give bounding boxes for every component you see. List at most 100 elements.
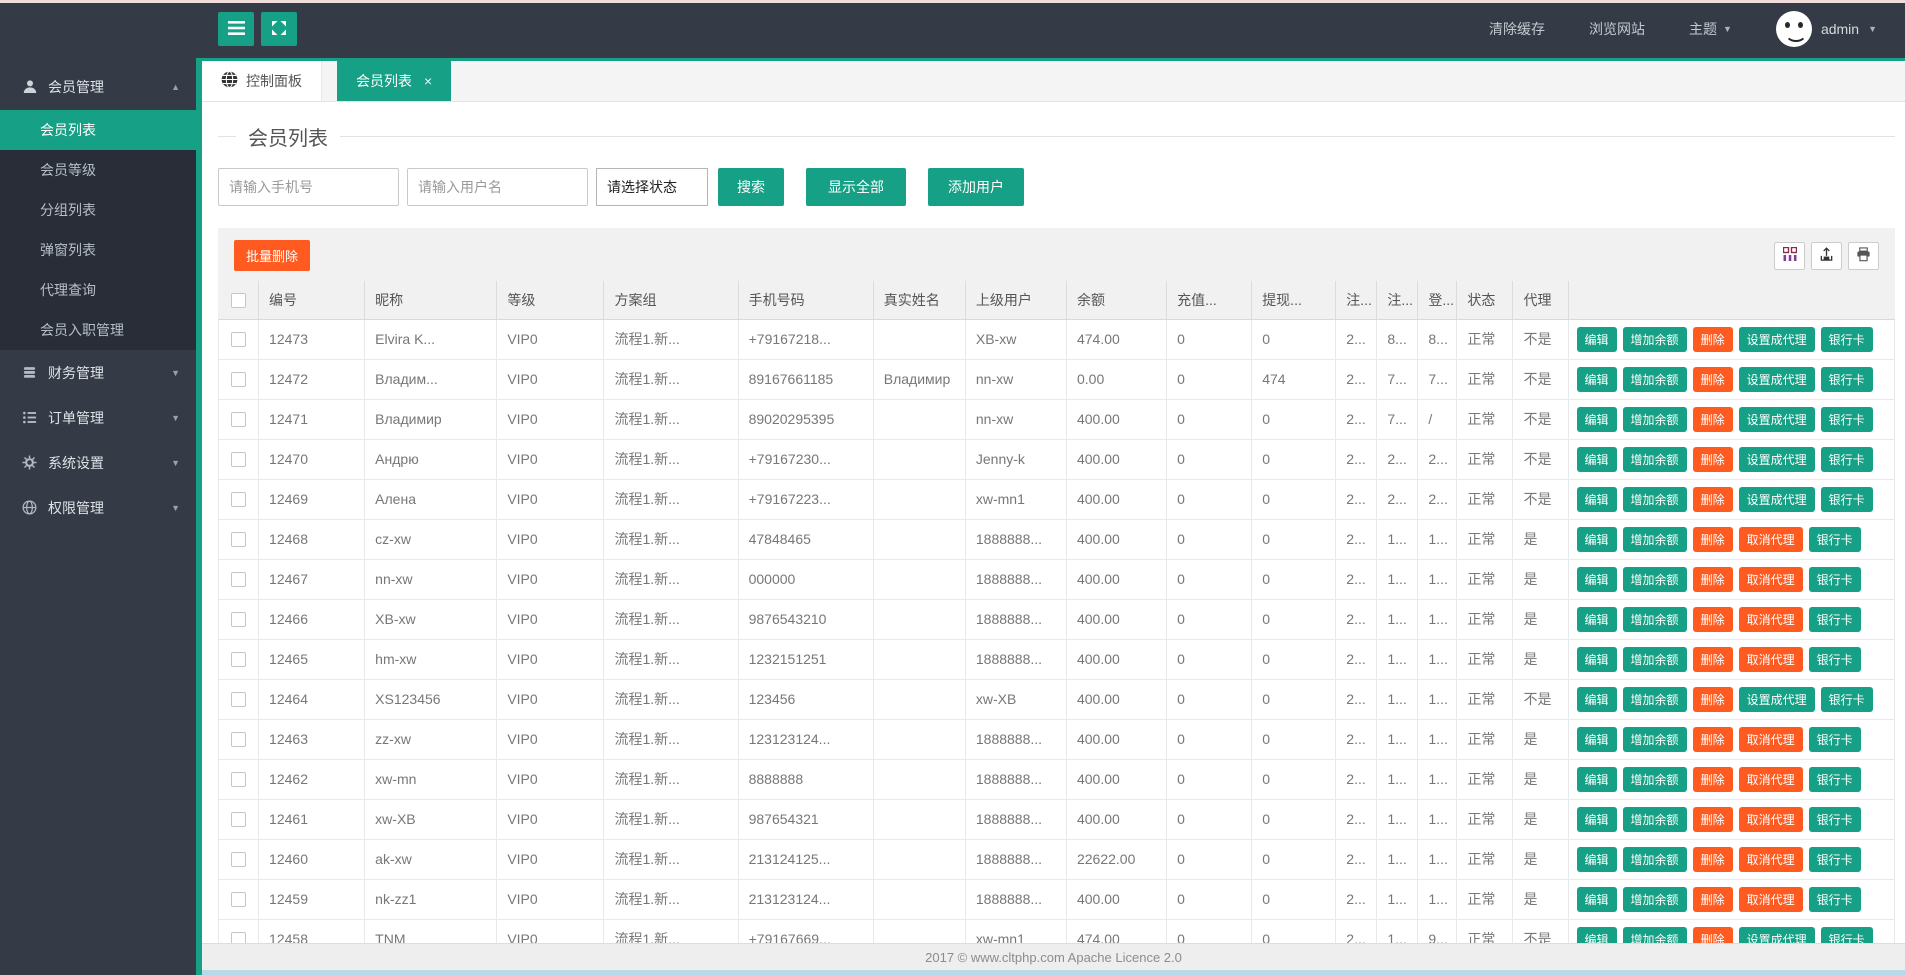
bank-card-button[interactable]: 银行卡 — [1820, 406, 1873, 432]
edit-button[interactable]: 编辑 — [1576, 846, 1617, 872]
sidebar-group-orders[interactable]: 订单管理 ▼ — [0, 395, 196, 440]
add-balance-button[interactable]: 增加余额 — [1622, 406, 1687, 432]
delete-button[interactable]: 删除 — [1692, 446, 1733, 472]
clear-cache-link[interactable]: 清除缓存 — [1489, 19, 1545, 39]
row-checkbox[interactable] — [231, 932, 247, 943]
edit-button[interactable]: 编辑 — [1576, 326, 1617, 352]
bank-card-button[interactable]: 银行卡 — [1808, 726, 1861, 752]
delete-button[interactable]: 删除 — [1692, 326, 1733, 352]
toggle-agent-button[interactable]: 设置成代理 — [1738, 326, 1815, 352]
toggle-agent-button[interactable]: 取消代理 — [1738, 566, 1803, 592]
sidebar-group-finance[interactable]: 财务管理 ▼ — [0, 350, 196, 395]
bank-card-button[interactable]: 银行卡 — [1808, 526, 1861, 552]
row-checkbox[interactable] — [231, 332, 247, 348]
toggle-agent-button[interactable]: 取消代理 — [1738, 846, 1803, 872]
delete-button[interactable]: 删除 — [1692, 646, 1733, 672]
search-button[interactable]: 搜索 — [718, 168, 784, 206]
edit-button[interactable]: 编辑 — [1576, 406, 1617, 432]
theme-menu[interactable]: 主题 ▼ — [1689, 19, 1732, 39]
row-checkbox[interactable] — [231, 692, 247, 708]
bank-card-button[interactable]: 银行卡 — [1820, 366, 1873, 392]
edit-button[interactable]: 编辑 — [1576, 726, 1617, 752]
row-checkbox[interactable] — [231, 412, 247, 428]
edit-button[interactable]: 编辑 — [1576, 766, 1617, 792]
edit-button[interactable]: 编辑 — [1576, 606, 1617, 632]
bank-card-button[interactable]: 银行卡 — [1808, 606, 1861, 632]
toggle-agent-button[interactable]: 取消代理 — [1738, 646, 1803, 672]
close-icon[interactable]: × — [424, 73, 432, 89]
add-balance-button[interactable]: 增加余额 — [1622, 566, 1687, 592]
delete-button[interactable]: 删除 — [1692, 726, 1733, 752]
horizontal-scrollbar[interactable] — [202, 970, 1905, 975]
status-select[interactable]: 请选择状态 — [596, 168, 708, 206]
edit-button[interactable]: 编辑 — [1576, 526, 1617, 552]
toggle-agent-button[interactable]: 取消代理 — [1738, 526, 1803, 552]
edit-button[interactable]: 编辑 — [1576, 366, 1617, 392]
row-checkbox[interactable] — [231, 732, 247, 748]
delete-button[interactable]: 删除 — [1692, 766, 1733, 792]
row-checkbox[interactable] — [231, 812, 247, 828]
delete-button[interactable]: 删除 — [1692, 566, 1733, 592]
sidebar-item-group-list[interactable]: 分组列表 — [0, 190, 196, 230]
bank-card-button[interactable]: 银行卡 — [1808, 846, 1861, 872]
sidebar-group-system-settings[interactable]: 系统设置 ▼ — [0, 440, 196, 485]
bank-card-button[interactable]: 银行卡 — [1820, 686, 1873, 712]
bank-card-button[interactable]: 银行卡 — [1820, 926, 1873, 943]
toggle-agent-button[interactable]: 设置成代理 — [1738, 366, 1815, 392]
sidebar-item-popup-list[interactable]: 弹窗列表 — [0, 230, 196, 270]
row-checkbox[interactable] — [231, 892, 247, 908]
tab-dashboard[interactable]: 控制面板 — [202, 61, 322, 101]
add-balance-button[interactable]: 增加余额 — [1622, 366, 1687, 392]
delete-button[interactable]: 删除 — [1692, 606, 1733, 632]
delete-button[interactable]: 删除 — [1692, 926, 1733, 943]
toggle-agent-button[interactable]: 取消代理 — [1738, 606, 1803, 632]
edit-button[interactable]: 编辑 — [1576, 486, 1617, 512]
export-button[interactable] — [1811, 241, 1842, 270]
bank-card-button[interactable]: 银行卡 — [1820, 326, 1873, 352]
columns-button[interactable] — [1774, 241, 1805, 270]
edit-button[interactable]: 编辑 — [1576, 806, 1617, 832]
toggle-agent-button[interactable]: 设置成代理 — [1738, 406, 1815, 432]
row-checkbox[interactable] — [231, 612, 247, 628]
row-checkbox[interactable] — [231, 372, 247, 388]
delete-button[interactable]: 删除 — [1692, 406, 1733, 432]
toggle-agent-button[interactable]: 取消代理 — [1738, 886, 1803, 912]
delete-button[interactable]: 删除 — [1692, 686, 1733, 712]
add-balance-button[interactable]: 增加余额 — [1622, 646, 1687, 672]
sidebar-group-member-management[interactable]: 会员管理 ▲ — [0, 64, 196, 110]
edit-button[interactable]: 编辑 — [1576, 686, 1617, 712]
row-checkbox[interactable] — [231, 852, 247, 868]
edit-button[interactable]: 编辑 — [1576, 886, 1617, 912]
row-checkbox[interactable] — [231, 532, 247, 548]
print-button[interactable] — [1848, 241, 1879, 270]
add-balance-button[interactable]: 增加余额 — [1622, 726, 1687, 752]
delete-button[interactable]: 删除 — [1692, 486, 1733, 512]
bank-card-button[interactable]: 银行卡 — [1808, 566, 1861, 592]
add-balance-button[interactable]: 增加余额 — [1622, 926, 1687, 943]
sidebar-item-member-level[interactable]: 会员等级 — [0, 150, 196, 190]
edit-button[interactable]: 编辑 — [1576, 926, 1617, 943]
edit-button[interactable]: 编辑 — [1576, 566, 1617, 592]
phone-input[interactable] — [218, 168, 399, 206]
row-checkbox[interactable] — [231, 572, 247, 588]
bank-card-button[interactable]: 银行卡 — [1808, 886, 1861, 912]
toggle-agent-button[interactable]: 设置成代理 — [1738, 486, 1815, 512]
add-balance-button[interactable]: 增加余额 — [1622, 806, 1687, 832]
delete-button[interactable]: 删除 — [1692, 846, 1733, 872]
add-user-button[interactable]: 添加用户 — [928, 168, 1024, 206]
sidebar-group-permissions[interactable]: 权限管理 ▼ — [0, 485, 196, 530]
tab-member-list[interactable]: 会员列表 × — [337, 61, 452, 101]
toggle-agent-button[interactable]: 设置成代理 — [1738, 926, 1815, 943]
batch-delete-button[interactable]: 批量删除 — [234, 240, 311, 271]
fullscreen-button[interactable] — [261, 12, 297, 46]
edit-button[interactable]: 编辑 — [1576, 646, 1617, 672]
row-checkbox[interactable] — [231, 652, 247, 668]
add-balance-button[interactable]: 增加余额 — [1622, 446, 1687, 472]
add-balance-button[interactable]: 增加余额 — [1622, 886, 1687, 912]
add-balance-button[interactable]: 增加余额 — [1622, 326, 1687, 352]
add-balance-button[interactable]: 增加余额 — [1622, 526, 1687, 552]
row-checkbox[interactable] — [231, 772, 247, 788]
bank-card-button[interactable]: 银行卡 — [1820, 486, 1873, 512]
add-balance-button[interactable]: 增加余额 — [1622, 686, 1687, 712]
user-menu[interactable]: admin ▼ — [1775, 11, 1877, 47]
